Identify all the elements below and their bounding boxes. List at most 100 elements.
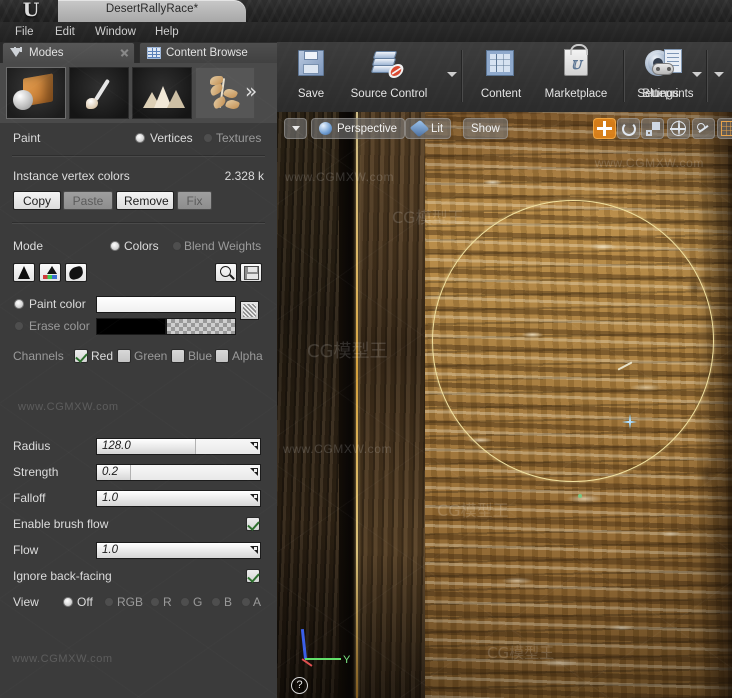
erase-color-label: Erase color: [29, 319, 90, 333]
lit-icon: [409, 119, 430, 138]
save-small-icon[interactable]: [240, 263, 262, 282]
channel-green-checkbox[interactable]: [117, 349, 131, 363]
label-colors: Colors: [124, 239, 159, 253]
paint-color-swatch[interactable]: [96, 296, 236, 313]
surface-snap-button[interactable]: [692, 118, 715, 139]
remove-button[interactable]: Remove: [116, 191, 174, 210]
tab-content-browser[interactable]: Content Browse: [139, 42, 277, 63]
radio-view-b[interactable]: [211, 597, 221, 607]
mode-button-paint[interactable]: [69, 67, 129, 119]
toolbar-marketplace-label: Marketplace: [544, 88, 608, 100]
unreal-editor-window: 𝐔 DesertRallyRace* File Edit Window Help…: [0, 0, 732, 698]
perspective-icon: [319, 122, 332, 135]
toolbar-separator-3: [706, 50, 707, 102]
erase-color-alpha-swatch[interactable]: [166, 318, 236, 335]
fix-button[interactable]: Fix: [177, 191, 212, 210]
channel-alpha-checkbox[interactable]: [215, 349, 229, 363]
menu-window[interactable]: Window: [88, 24, 143, 40]
menu-help[interactable]: Help: [148, 24, 186, 40]
strength-label: Strength: [13, 465, 59, 479]
content-grid-icon: [481, 48, 521, 86]
toolbar-save-button[interactable]: Save: [287, 45, 335, 107]
radio-view-g[interactable]: [180, 597, 190, 607]
fill-blob-icon[interactable]: [65, 263, 87, 282]
paste-button[interactable]: Paste: [63, 191, 113, 210]
level-viewport[interactable]: Perspective Lit Show Y ?: [277, 112, 732, 698]
viewport-view-mode-button[interactable]: Lit: [405, 118, 452, 139]
strength-spinner-icon[interactable]: [249, 468, 258, 477]
import-vertex-color-icon[interactable]: [39, 263, 61, 282]
channel-alpha-label: Alpha: [232, 349, 263, 363]
modes-panel: Modes Content Browse » Paint Vertices Te…: [0, 42, 278, 698]
falloff-input[interactable]: 1.0: [96, 490, 261, 507]
rotate-tool-button[interactable]: [617, 118, 640, 139]
flow-spinner-icon[interactable]: [249, 546, 258, 555]
project-tab[interactable]: DesertRallyRace*: [58, 0, 246, 22]
paint-crosshair-cursor: [622, 414, 637, 429]
strength-row: Strength 0.2: [0, 461, 277, 483]
leaf-icon: [208, 76, 244, 112]
grid-snap-button[interactable]: [717, 118, 732, 139]
enable-brush-flow-checkbox[interactable]: [246, 517, 260, 531]
axis-y-line: [305, 657, 341, 660]
radio-colors[interactable]: [110, 241, 120, 251]
paint-bucket-icon[interactable]: [13, 263, 35, 282]
menu-edit[interactable]: Edit: [48, 24, 82, 40]
channel-blue-checkbox[interactable]: [171, 349, 185, 363]
radio-vertices[interactable]: [135, 133, 145, 143]
radio-view-rgb[interactable]: [104, 597, 114, 607]
radius-label: Radius: [13, 439, 51, 453]
magnifier-icon[interactable]: [215, 263, 237, 282]
flow-input[interactable]: 1.0: [96, 542, 261, 559]
viewport-help-button[interactable]: ?: [291, 677, 308, 694]
radio-view-r[interactable]: [150, 597, 160, 607]
mode-button-place[interactable]: [6, 67, 66, 119]
toolbar-content-button[interactable]: Content: [470, 45, 532, 107]
ignore-back-facing-checkbox[interactable]: [246, 569, 260, 583]
mode-button-landscape[interactable]: [132, 67, 192, 119]
tab-modes-close-icon[interactable]: [120, 48, 129, 57]
channel-red-checkbox[interactable]: [74, 349, 88, 363]
scale-tool-button[interactable]: [641, 118, 664, 139]
radio-erase-color[interactable]: [14, 321, 24, 331]
radius-spinner-icon[interactable]: [249, 442, 258, 451]
falloff-spinner-icon[interactable]: [249, 494, 258, 503]
shopping-bag-icon: 𝕌: [556, 44, 596, 86]
paint-mode-row: Mode Colors Blend Weights: [0, 235, 277, 257]
paint-color-label: Paint color: [29, 297, 86, 311]
vertex-color-actions: Copy Paste Remove Fix: [0, 191, 277, 213]
radio-view-off[interactable]: [63, 597, 73, 607]
view-label: View: [13, 595, 39, 609]
toolbar-source-control-button[interactable]: Source Control: [339, 45, 439, 107]
source-control-caret-icon[interactable]: [447, 72, 457, 77]
viewport-show-menu-button[interactable]: Show: [463, 118, 508, 139]
viewport-options-button[interactable]: [284, 118, 307, 139]
watermark-site-left: www.CGMXW.com: [18, 401, 119, 413]
channel-red-label: Red: [91, 349, 114, 363]
radius-input[interactable]: 128.0: [96, 438, 261, 455]
erase-color-swatch[interactable]: [96, 318, 166, 335]
viewport-camera-mode-button[interactable]: Perspective: [311, 118, 406, 139]
copy-button[interactable]: Copy: [13, 191, 61, 210]
radio-view-a[interactable]: [241, 597, 251, 607]
world-coords-button[interactable]: [667, 118, 690, 139]
tab-modes[interactable]: Modes: [2, 42, 135, 63]
tab-modes-label: Modes: [29, 47, 64, 59]
channel-blue-label: Blue: [188, 349, 213, 363]
scene-wood-plank-dark: [277, 112, 339, 698]
toolbar-blueprints-button[interactable]: Blueprints: [632, 45, 704, 107]
blueprints-caret-icon[interactable]: [714, 72, 724, 77]
menu-file[interactable]: File: [8, 24, 41, 40]
toolbar-marketplace-button[interactable]: 𝕌 Marketplace: [534, 44, 618, 107]
radio-paint-color[interactable]: [14, 299, 24, 309]
paintbrush-icon: [82, 76, 118, 112]
toolbar-content-label: Content: [480, 88, 522, 100]
double-chevron-right-icon[interactable]: »: [245, 81, 257, 101]
viewport-scrollbar[interactable]: [728, 146, 732, 698]
radio-blend-weights[interactable]: [172, 241, 182, 251]
translate-tool-button[interactable]: [593, 118, 616, 139]
show-menu-label: Show: [471, 122, 500, 135]
radio-textures[interactable]: [203, 133, 213, 143]
paint-color-row: Paint color: [0, 293, 277, 320]
strength-input[interactable]: 0.2: [96, 464, 261, 481]
